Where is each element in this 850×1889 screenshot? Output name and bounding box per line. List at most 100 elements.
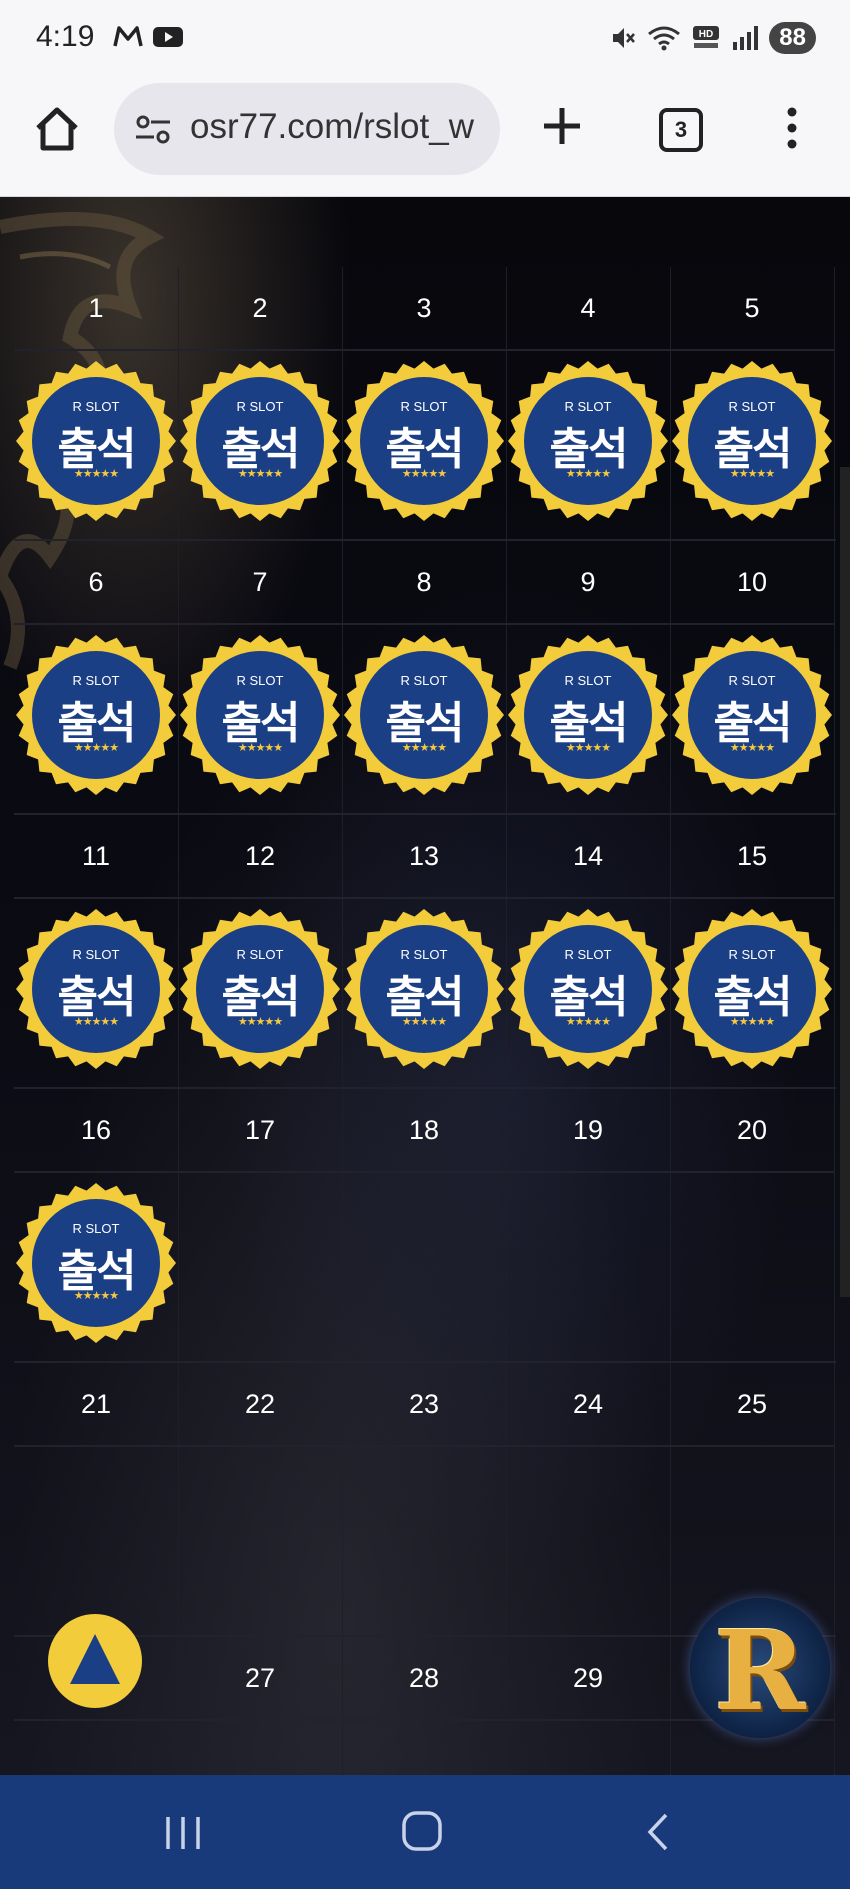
- rslot-logo-button[interactable]: R: [690, 1598, 830, 1738]
- stamp-brand: R SLOT: [564, 673, 612, 688]
- calendar-day-cell: 4 R SLOT 출석 ★★★★★: [506, 267, 671, 541]
- back-nav-icon[interactable]: [644, 1811, 674, 1853]
- site-settings-icon[interactable]: [134, 113, 174, 147]
- calendar-day-cell: 13 R SLOT 출석 ★★★★★: [342, 815, 507, 1089]
- address-bar[interactable]: osr77.com/rslot_w: [114, 83, 500, 175]
- stamp-brand: R SLOT: [400, 399, 448, 414]
- calendar-day-cell: 19: [506, 1089, 671, 1363]
- calendar-day-cell: 1 R SLOT 출석 ★★★★★: [14, 267, 179, 541]
- calendar-day-cell: 25: [670, 1363, 835, 1637]
- day-number: 28: [342, 1637, 506, 1721]
- stamp-brand: R SLOT: [72, 1221, 120, 1236]
- day-number: 12: [178, 815, 342, 899]
- stamp-stars: ★★★★★: [565, 1015, 611, 1028]
- calendar-day-cell: 11 R SLOT 출석 ★★★★★: [14, 815, 179, 1089]
- day-number: 7: [178, 541, 342, 625]
- day-number: 15: [670, 815, 834, 899]
- attendance-stamp: R SLOT 출석 ★★★★★: [672, 361, 832, 521]
- stamp-stars: ★★★★★: [73, 1015, 119, 1028]
- attendance-stamp: R SLOT 출석 ★★★★★: [180, 361, 340, 521]
- calendar-day-cell: 14 R SLOT 출석 ★★★★★: [506, 815, 671, 1089]
- day-number: 14: [506, 815, 670, 899]
- stamp-stars: ★★★★★: [565, 467, 611, 480]
- calendar-day-cell: 6 R SLOT 출석 ★★★★★: [14, 541, 179, 815]
- attendance-stamp: R SLOT 출석 ★★★★★: [16, 361, 176, 521]
- mute-icon: [613, 28, 636, 48]
- stamp-brand: R SLOT: [236, 399, 284, 414]
- day-number: 27: [178, 1637, 342, 1721]
- stamp-brand: R SLOT: [728, 947, 776, 962]
- day-number: 23: [342, 1363, 506, 1447]
- stamp-brand: R SLOT: [564, 947, 612, 962]
- stamp-brand: R SLOT: [236, 673, 284, 688]
- stamp-stars: ★★★★★: [237, 467, 283, 480]
- day-number: 21: [14, 1363, 178, 1447]
- status-right-icons: HD 88: [609, 22, 816, 54]
- day-number: 4: [506, 267, 670, 351]
- day-number: 25: [670, 1363, 834, 1447]
- wifi-icon: [648, 26, 681, 51]
- attendance-stamp: R SLOT 출석 ★★★★★: [16, 909, 176, 1069]
- home-icon[interactable]: [32, 104, 82, 154]
- day-number: 3: [342, 267, 506, 351]
- stamp-stars: ★★★★★: [237, 1015, 283, 1028]
- calendar-day-cell: 29: [506, 1637, 671, 1775]
- stamp-stars: ★★★★★: [401, 1015, 447, 1028]
- day-number: 16: [14, 1089, 178, 1173]
- stamp-brand: R SLOT: [72, 399, 120, 414]
- day-number: 11: [14, 815, 178, 899]
- day-number: 13: [342, 815, 506, 899]
- row-divider: [14, 539, 836, 541]
- home-nav-icon[interactable]: [400, 1809, 444, 1853]
- calendar-day-cell: 28: [342, 1637, 507, 1775]
- day-number: 5: [670, 267, 834, 351]
- new-tab-icon[interactable]: [540, 104, 584, 148]
- calendar-day-cell: 17: [178, 1089, 343, 1363]
- stamp-stars: ★★★★★: [237, 741, 283, 754]
- stamp-stars: ★★★★★: [73, 1289, 119, 1302]
- stamp-brand: R SLOT: [728, 399, 776, 414]
- stamp-stars: ★★★★★: [73, 741, 119, 754]
- day-number: 19: [506, 1089, 670, 1173]
- calendar-day-cell: 27: [178, 1637, 343, 1775]
- browser-toolbar: osr77.com/rslot_w 3: [0, 78, 850, 197]
- calendar-day-cell: 18: [342, 1089, 507, 1363]
- day-number: 8: [342, 541, 506, 625]
- recent-apps-icon[interactable]: [160, 1813, 206, 1853]
- day-number: 18: [342, 1089, 506, 1173]
- calendar-day-cell: 12 R SLOT 출석 ★★★★★: [178, 815, 343, 1089]
- day-number: 22: [178, 1363, 342, 1447]
- calendar-day-cell: 20: [670, 1089, 835, 1363]
- attendance-stamp: R SLOT 출석 ★★★★★: [344, 635, 504, 795]
- calendar-day-cell: 16 R SLOT 출석 ★★★★★: [14, 1089, 179, 1363]
- calendar-day-cell: 21: [14, 1363, 179, 1637]
- stamp-stars: ★★★★★: [401, 467, 447, 480]
- calendar-day-cell: 24: [506, 1363, 671, 1637]
- calendar-day-cell: 9 R SLOT 출석 ★★★★★: [506, 541, 671, 815]
- page-scrollbar[interactable]: [840, 467, 850, 1297]
- day-number: 6: [14, 541, 178, 625]
- stamp-brand: R SLOT: [400, 673, 448, 688]
- day-number: 1: [14, 267, 178, 351]
- page-content: 1R SLOT 출석 ★★★★★ 2 R SLOT 출석 ★★★★★ 3 R SLOT 출석 ★★★…: [0, 197, 850, 1775]
- stamp-brand: R SLOT: [564, 399, 612, 414]
- stamp-stars: ★★★★★: [73, 467, 119, 480]
- calendar-day-cell: 2 R SLOT 출석 ★★★★★: [178, 267, 343, 541]
- status-time: 4:19: [36, 20, 95, 53]
- tab-switcher-button[interactable]: 3: [659, 108, 703, 152]
- attendance-stamp: R SLOT 출석 ★★★★★: [508, 909, 668, 1069]
- url-text: osr77.com/rslot_w: [190, 107, 474, 146]
- stamp-brand: R SLOT: [72, 673, 120, 688]
- day-number: 10: [670, 541, 834, 625]
- battery-indicator: 88: [769, 22, 816, 54]
- calendar-day-cell: 5 R SLOT 출석 ★★★★★: [670, 267, 835, 541]
- more-menu-icon[interactable]: [780, 106, 804, 150]
- day-number: 24: [506, 1363, 670, 1447]
- signal-icon: [733, 26, 759, 50]
- calendar-day-cell: 10 R SLOT 출석 ★★★★★: [670, 541, 835, 815]
- status-bar: 4:19 HD 88: [0, 0, 850, 78]
- scroll-top-button[interactable]: [48, 1614, 142, 1708]
- row-divider: [14, 1087, 836, 1089]
- stamp-stars: ★★★★★: [729, 741, 775, 754]
- attendance-stamp: R SLOT 출석 ★★★★★: [508, 635, 668, 795]
